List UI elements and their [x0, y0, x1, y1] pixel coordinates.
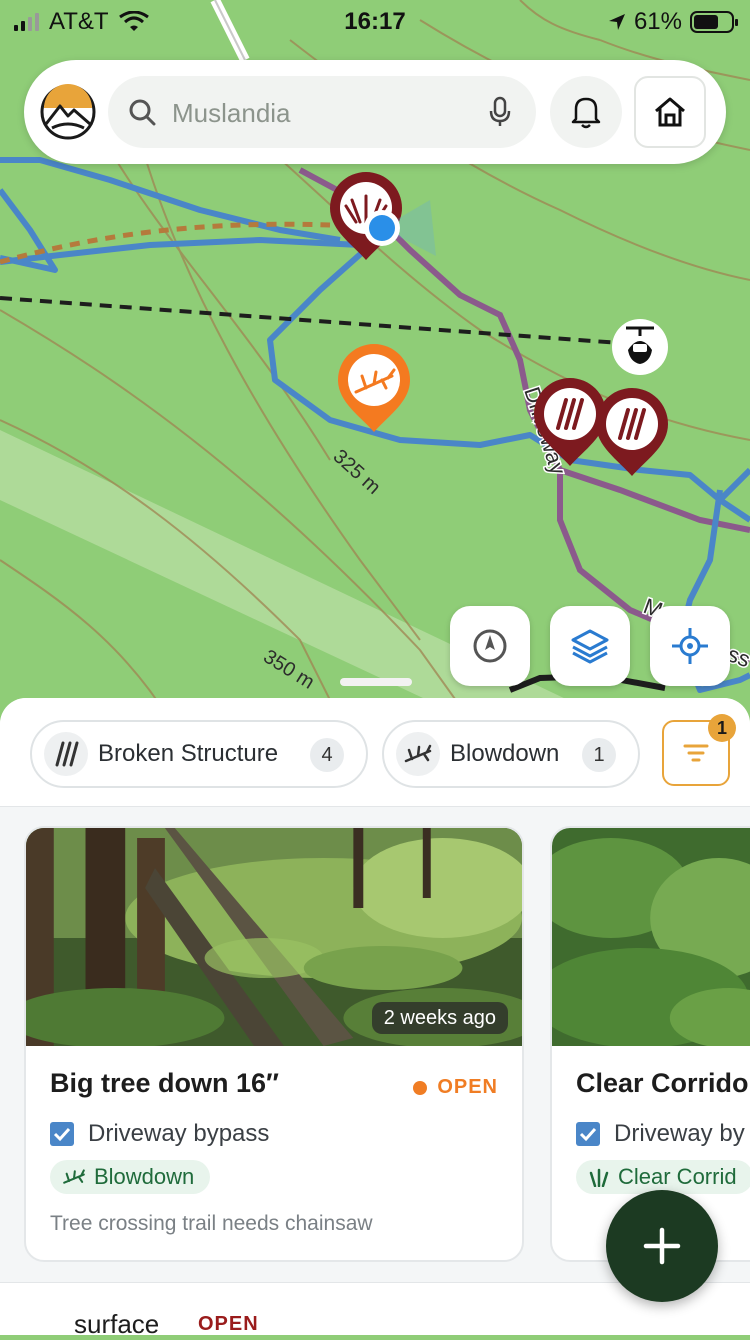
notifications-button[interactable]	[550, 76, 622, 148]
list-item-label: surface	[74, 1309, 160, 1339]
chip-count: 4	[310, 738, 344, 772]
time-ago-badge: 2 weeks ago	[371, 1002, 508, 1034]
home-button[interactable]	[634, 76, 706, 148]
blowdown-icon	[63, 1169, 85, 1184]
broken-structure-icon	[55, 741, 79, 767]
issue-title: Clear Corrido	[576, 1068, 749, 1098]
chip-label: Blowdown	[450, 740, 560, 767]
status-badge: OPEN	[413, 1076, 498, 1099]
search-icon	[129, 99, 156, 126]
category-tag: Blowdown	[50, 1160, 211, 1194]
search-field[interactable]	[108, 76, 536, 148]
layers-icon	[571, 629, 609, 664]
checkbox-icon	[50, 1122, 74, 1146]
search-input[interactable]	[170, 90, 474, 136]
filter-chip-bar: Broken Structure 4 Blowdown 1 1	[0, 698, 750, 807]
search-bar	[24, 60, 726, 164]
bell-icon	[571, 97, 601, 129]
battery-icon	[690, 11, 738, 33]
blowdown-icon	[404, 744, 432, 763]
issue-title: Big tree down 16″	[50, 1068, 279, 1098]
add-report-button[interactable]	[606, 1190, 718, 1302]
sheet-drag-handle[interactable]	[340, 678, 412, 686]
grass-icon	[589, 1168, 609, 1187]
status-label: OPEN	[198, 1313, 259, 1335]
compass-icon	[473, 629, 507, 663]
category-label: Clear Corrid	[618, 1164, 737, 1189]
issue-description: Tree crossing trail needs chainsaw	[50, 1212, 373, 1235]
trail-name: Driveway bypass	[88, 1120, 270, 1147]
locate-me-button[interactable]	[650, 606, 730, 686]
app-logo[interactable]	[40, 84, 96, 140]
issue-photo	[552, 828, 750, 1046]
chip-count: 1	[582, 738, 616, 772]
microphone-icon[interactable]	[488, 96, 512, 128]
home-icon	[655, 97, 685, 127]
battery-percent: 61%	[633, 8, 682, 35]
status-bar: AT&T 16:17 61%	[0, 0, 750, 44]
category-label: Blowdown	[94, 1164, 195, 1189]
chip-broken-structure[interactable]: Broken Structure 4	[30, 720, 368, 788]
plus-icon	[643, 1227, 681, 1265]
filter-icon	[683, 744, 709, 762]
trail-row: Driveway by	[576, 1120, 745, 1148]
blowdown-chip-icon	[396, 732, 440, 776]
location-arrow-icon	[608, 14, 625, 30]
issue-card[interactable]: 2 weeks ago Big tree down 16″ OPEN Drive…	[24, 826, 524, 1262]
filter-count-badge: 1	[708, 714, 736, 742]
status-label: OPEN	[437, 1076, 498, 1098]
compass-button[interactable]	[450, 606, 530, 686]
checkbox-icon	[576, 1122, 600, 1146]
chip-blowdown[interactable]: Blowdown 1	[382, 720, 640, 788]
layers-button[interactable]	[550, 606, 630, 686]
cable-car-icon[interactable]	[612, 319, 668, 375]
chip-label: Broken Structure	[98, 740, 279, 767]
broken-structure-chip-icon	[44, 732, 88, 776]
category-tag: Clear Corrid	[576, 1160, 750, 1194]
trail-name: Driveway by	[614, 1120, 745, 1147]
crosshair-icon	[672, 628, 708, 664]
trail-row: Driveway bypass	[50, 1120, 269, 1148]
status-dot	[413, 1080, 428, 1095]
